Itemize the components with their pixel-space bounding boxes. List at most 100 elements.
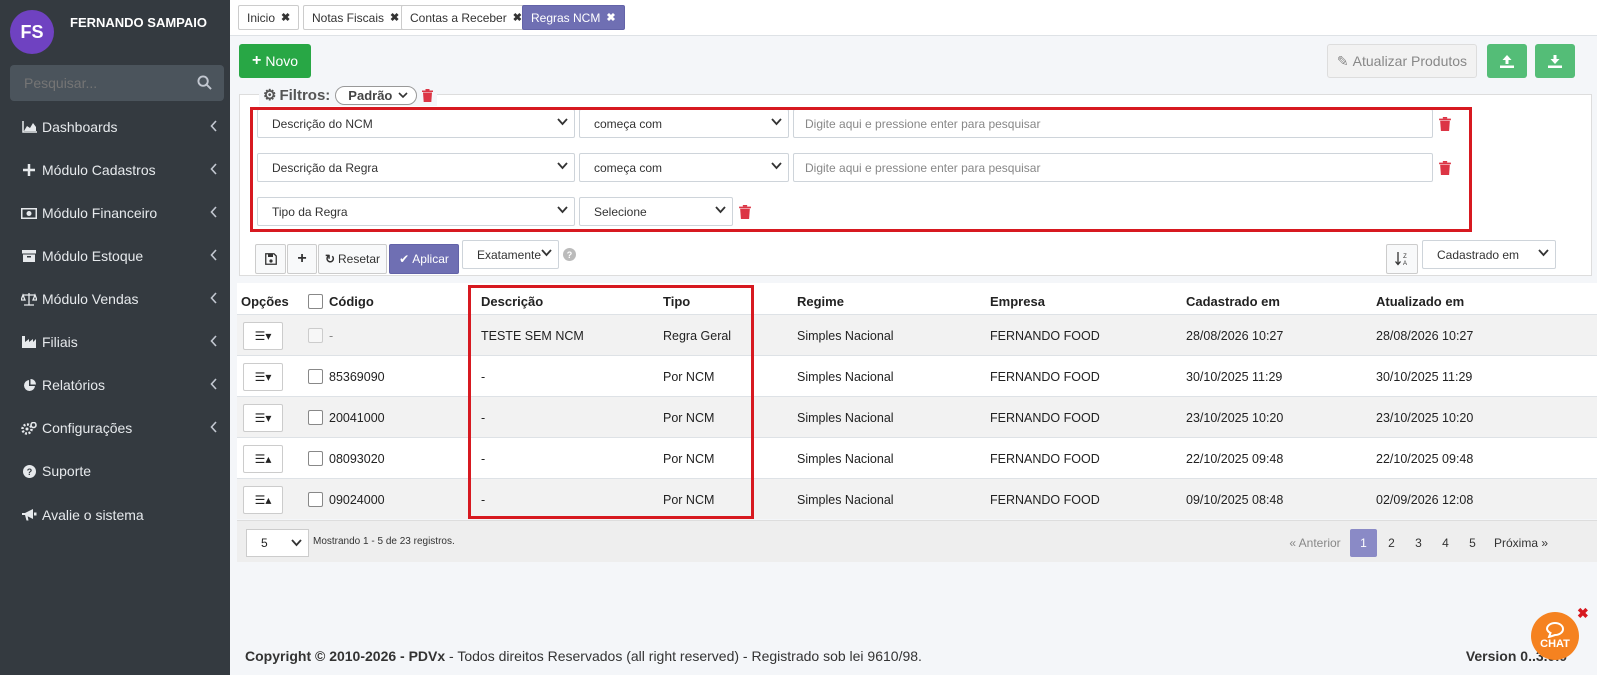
tab-regras-ncm[interactable]: Regras NCM ✖ [522, 5, 625, 30]
table-row: ☰▴ 09024000 - Por NCM Simples Nacional F… [237, 478, 1597, 519]
row-options-button[interactable]: ☰▾ [243, 363, 283, 391]
trash-icon[interactable] [422, 88, 434, 102]
chevron-left-icon [210, 378, 217, 390]
copyright-brand: Copyright © 2010-2026 - PDVx [245, 648, 446, 664]
cell-cadastrado: 30/10/2025 11:29 [1186, 369, 1283, 384]
sort-direction-button[interactable]: ZA [1386, 244, 1418, 274]
cell-descricao: - [481, 410, 486, 425]
cell-cadastrado: 22/10/2025 09:48 [1186, 451, 1284, 466]
refresh-icon: ↻ [324, 252, 336, 266]
cell-empresa: FERNANDO FOOD [990, 369, 1100, 384]
sidebar-item-relatorios[interactable]: Relatórios [0, 366, 230, 404]
codigo-value: 85369090 [329, 369, 385, 384]
tab-label: Inicio [247, 10, 276, 25]
cell-tipo: Por NCM [663, 369, 715, 384]
pagination-next[interactable]: Próxima » [1489, 529, 1553, 557]
cell-regime: Simples Nacional [797, 369, 894, 384]
sidebar-item-label: Módulo Vendas [42, 291, 139, 307]
sidebar-search-input[interactable] [10, 65, 190, 101]
novo-button[interactable]: + Novo [239, 44, 311, 78]
close-icon[interactable]: ✖ [281, 11, 290, 24]
sort-field-select[interactable]: Cadastrado em [1422, 240, 1556, 269]
pagination-prev[interactable]: « Anterior [1284, 529, 1346, 557]
bars-caret-up-icon: ☰▴ [254, 493, 272, 507]
pagination-page-4[interactable]: 4 [1433, 529, 1458, 557]
bars-caret-icon: ☰▾ [254, 411, 272, 425]
sidebar-item-vendas[interactable]: Módulo Vendas [0, 280, 230, 318]
table-row: ☰▴ 08093020 - Por NCM Simples Nacional F… [237, 437, 1597, 478]
close-icon[interactable]: ✖ [390, 11, 399, 24]
row-checkbox[interactable] [308, 410, 323, 425]
row-options-button[interactable]: ☰▾ [243, 404, 283, 432]
add-filter-button[interactable]: + [287, 244, 317, 274]
svg-text:A: A [1403, 261, 1407, 266]
row-checkbox[interactable] [308, 492, 323, 507]
sidebar-item-configuracoes[interactable]: Configurações [0, 409, 230, 447]
sidebar-item-filiais[interactable]: Filiais [0, 323, 230, 361]
question-circle-icon: ? [20, 464, 38, 478]
chevron-down-icon [1538, 249, 1549, 257]
match-mode-select[interactable]: Exatamente [462, 240, 559, 269]
sidebar-item-estoque[interactable]: Módulo Estoque [0, 237, 230, 275]
cell-cadastrado: 23/10/2025 10:20 [1186, 410, 1284, 425]
row-options-button[interactable]: ☰▾ [243, 322, 283, 350]
tab-contas-receber[interactable]: Contas a Receber ✖ [401, 5, 531, 30]
cell-empresa: FERNANDO FOOD [990, 492, 1100, 507]
select-all-checkbox[interactable] [308, 293, 323, 309]
pagination-page-2[interactable]: 2 [1379, 529, 1404, 557]
tab-notas-fiscais[interactable]: Notas Fiscais ✖ [303, 5, 409, 30]
cell-atualizado: 22/10/2025 09:48 [1376, 451, 1474, 466]
atualizar-label: Atualizar Produtos [1352, 53, 1468, 69]
row-checkbox[interactable] [308, 369, 323, 384]
chat-close-icon[interactable]: ✖ [1577, 605, 1589, 622]
sidebar-item-financeiro[interactable]: Módulo Financeiro [0, 194, 230, 232]
cell-tipo: Por NCM [663, 410, 715, 425]
svg-text:Z: Z [1403, 254, 1407, 260]
sidebar-item-dashboards[interactable]: Dashboards [0, 108, 230, 146]
chat-bubble-icon [1545, 622, 1564, 638]
sidebar-item-label: Relatórios [42, 377, 106, 393]
pagination-page-5[interactable]: 5 [1460, 529, 1485, 557]
chat-button[interactable]: CHAT [1531, 612, 1579, 660]
sidebar-item-cadastros[interactable]: Módulo Cadastros [0, 151, 230, 189]
sidebar: FS FERNANDO SAMPAIO Dashboards Módulo Ca… [0, 0, 230, 675]
user-name[interactable]: FERNANDO SAMPAIO [70, 15, 207, 30]
chevron-down-icon [541, 249, 552, 257]
sidebar-item-suporte[interactable]: ? Suporte [0, 452, 230, 490]
save-filter-button[interactable] [255, 244, 286, 274]
cell-regime: Simples Nacional [797, 328, 894, 343]
row-options-button[interactable]: ☰▴ [243, 445, 283, 473]
table-row: ☰▾ 85369090 - Por NCM Simples Nacional F… [237, 355, 1597, 396]
atualizar-produtos-button[interactable]: ✎ Atualizar Produtos [1327, 44, 1477, 78]
sidebar-item-label: Dashboards [42, 119, 118, 135]
chart-area-icon [20, 121, 38, 133]
aplicar-button[interactable]: ✔ Aplicar [389, 244, 459, 274]
close-icon[interactable]: ✖ [513, 11, 522, 24]
help-icon[interactable]: ? [563, 248, 576, 261]
pagination-page-3[interactable]: 3 [1406, 529, 1431, 557]
sidebar-item-avalie[interactable]: Avalie o sistema [0, 496, 230, 534]
upload-button[interactable] [1487, 44, 1527, 78]
close-icon[interactable]: ✖ [606, 11, 615, 24]
tab-label: Contas a Receber [410, 10, 507, 25]
money-icon [20, 207, 38, 219]
bars-caret-up-icon: ☰▴ [254, 452, 272, 466]
search-icon[interactable] [197, 75, 212, 90]
chevron-left-icon [210, 120, 217, 132]
novo-label: Novo [265, 53, 299, 69]
bars-caret-icon: ☰▾ [254, 329, 272, 343]
cell-codigo: - [308, 315, 333, 356]
row-options-button[interactable]: ☰▴ [243, 486, 283, 514]
row-checkbox[interactable] [308, 451, 323, 466]
row-checkbox[interactable] [308, 328, 323, 343]
cell-codigo: 20041000 [308, 397, 385, 438]
sort-alpha-icon: ZA [1395, 252, 1407, 266]
download-button[interactable] [1535, 44, 1575, 78]
pagination-page-1[interactable]: 1 [1350, 529, 1377, 557]
codigo-value: 20041000 [329, 410, 385, 425]
resetar-button[interactable]: ↻ Resetar [318, 244, 387, 274]
page-size-select[interactable]: 5 [246, 529, 309, 557]
avatar[interactable]: FS [10, 10, 54, 54]
filter-preset-select[interactable]: Padrão [335, 85, 418, 105]
tab-inicio[interactable]: Inicio ✖ [238, 5, 300, 30]
